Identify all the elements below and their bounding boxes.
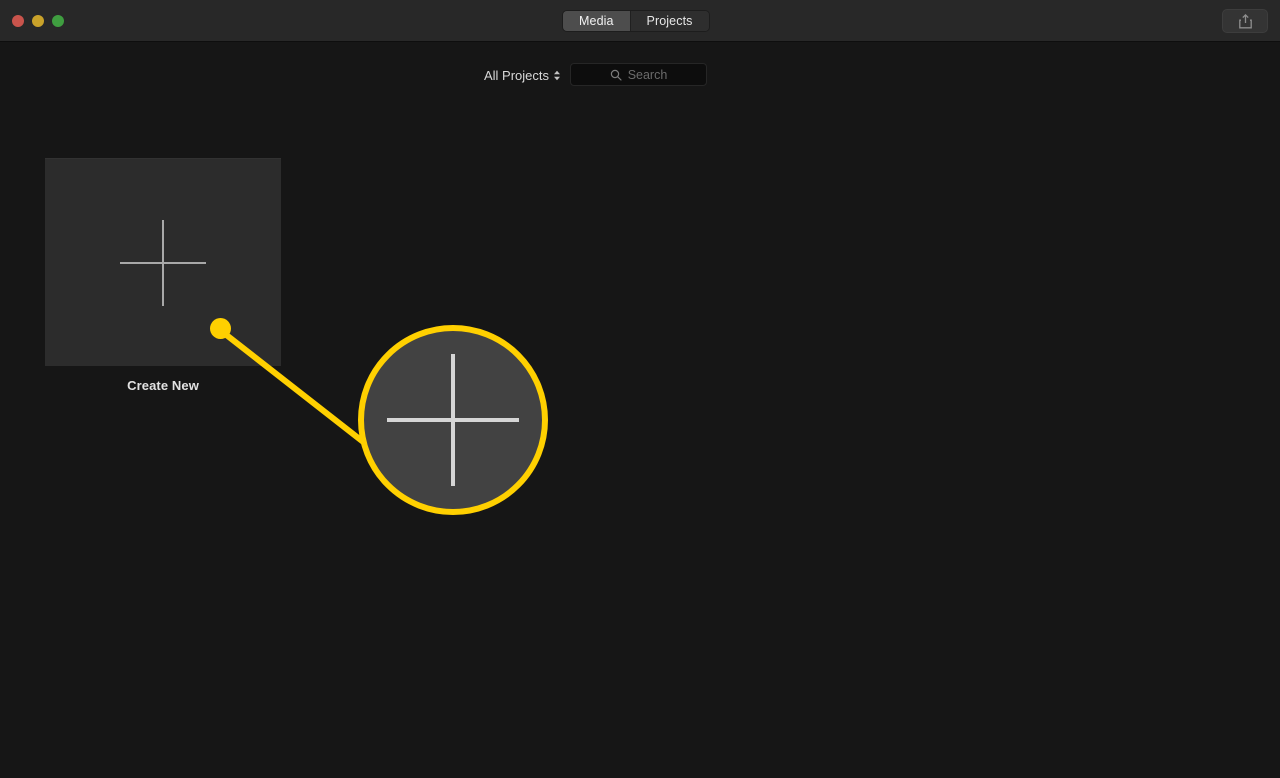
maximize-window-button[interactable]: [52, 15, 64, 27]
search-field[interactable]: Search: [570, 63, 707, 86]
chevron-up-down-icon: [553, 70, 561, 81]
window-titlebar: Media Projects: [0, 0, 1280, 42]
search-input-placeholder[interactable]: Search: [628, 68, 668, 82]
project-filter-popup[interactable]: All Projects: [484, 62, 561, 88]
browser-toolbar: All Projects Search: [0, 62, 1280, 90]
share-button[interactable]: [1222, 9, 1268, 33]
search-icon: [610, 69, 622, 81]
view-mode-segmented-control[interactable]: Media Projects: [562, 10, 710, 32]
tab-projects[interactable]: Projects: [629, 11, 709, 31]
create-new-item[interactable]: Create New: [45, 158, 281, 393]
project-filter-label: All Projects: [484, 67, 550, 83]
minimize-window-button[interactable]: [32, 15, 44, 27]
close-window-button[interactable]: [12, 15, 24, 27]
plus-icon: [120, 219, 206, 306]
callout-magnified-view: [358, 325, 548, 515]
tab-media[interactable]: Media: [563, 11, 630, 31]
create-new-thumbnail[interactable]: [45, 158, 281, 366]
share-icon: [1238, 13, 1252, 29]
create-new-label: Create New: [127, 378, 199, 393]
imovie-projects-window: Media Projects All Projects Search Creat…: [0, 0, 1280, 778]
plus-icon-magnified: [387, 354, 519, 486]
window-controls: [12, 15, 64, 27]
